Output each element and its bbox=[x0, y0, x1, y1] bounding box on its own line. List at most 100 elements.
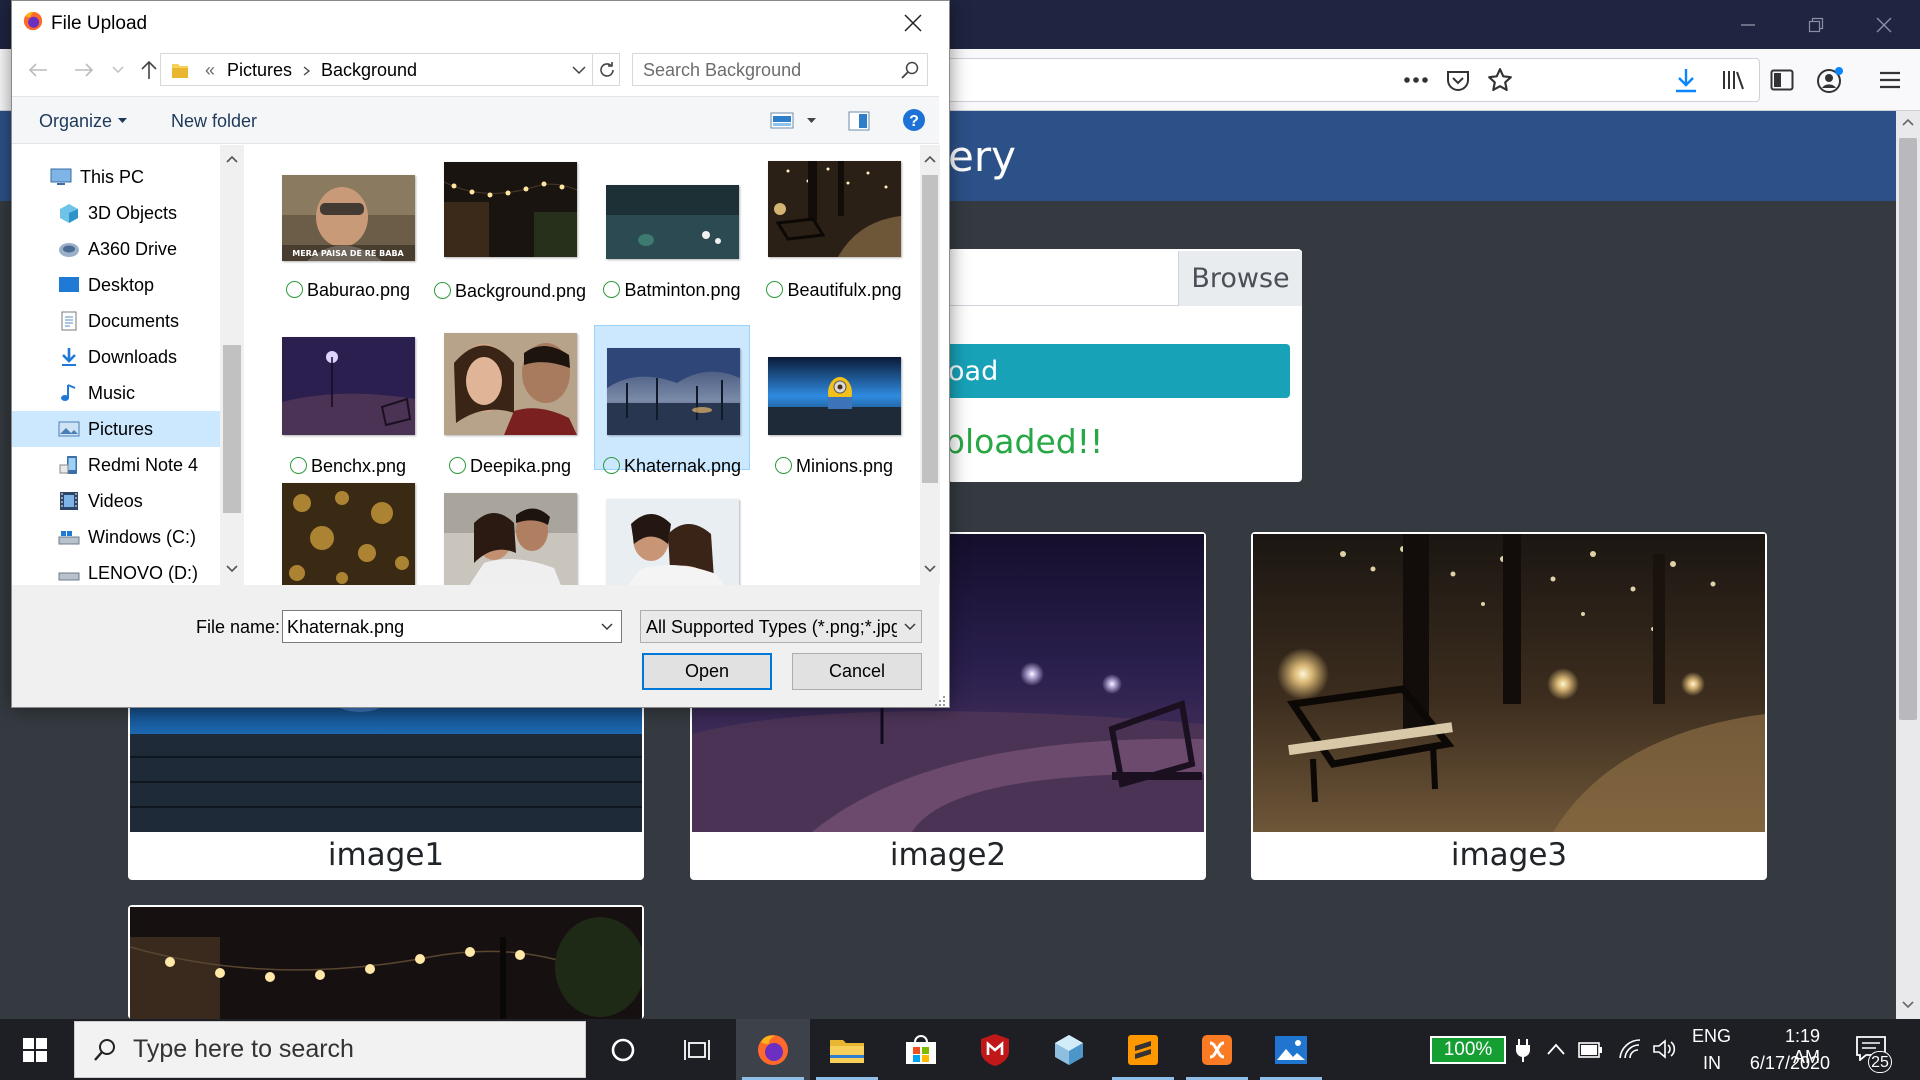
breadcrumb-item[interactable]: Pictures bbox=[227, 60, 292, 81]
breadcrumb-chevron-icon[interactable] bbox=[303, 66, 311, 76]
scroll-down-icon[interactable] bbox=[924, 565, 936, 573]
navigation-scrollbar[interactable] bbox=[220, 145, 244, 585]
taskbar-firefox[interactable] bbox=[736, 1019, 810, 1080]
refresh-button[interactable] bbox=[592, 53, 621, 86]
file-item[interactable]: Beautifulx.png bbox=[756, 155, 912, 315]
scroll-up-icon[interactable] bbox=[1902, 118, 1914, 126]
close-window-button[interactable] bbox=[1856, 0, 1912, 49]
forward-arrow-icon[interactable] bbox=[74, 62, 94, 78]
file-name-text: Deepika.png bbox=[469, 456, 572, 476]
file-item[interactable] bbox=[432, 475, 588, 585]
taskbar-sublime-text[interactable] bbox=[1106, 1019, 1180, 1080]
downloads-button[interactable] bbox=[1668, 62, 1704, 98]
input-region[interactable]: IN bbox=[1703, 1053, 1721, 1074]
cancel-button[interactable]: Cancel bbox=[792, 653, 922, 690]
file-type-select[interactable]: All Supported Types (*.png;*.jpg bbox=[640, 610, 922, 643]
nav-item-desktop[interactable]: Desktop bbox=[12, 267, 220, 303]
url-bar[interactable] bbox=[940, 58, 1760, 102]
nav-item-3d-objects[interactable]: 3D Objects bbox=[12, 195, 220, 231]
navigation-scroll-thumb[interactable] bbox=[223, 345, 241, 513]
file-item[interactable] bbox=[594, 475, 750, 585]
show-hidden-icons-chevron-up-icon[interactable] bbox=[1546, 1042, 1566, 1056]
input-language[interactable]: ENG bbox=[1692, 1026, 1731, 1047]
organize-dropdown-icon[interactable] bbox=[118, 118, 127, 124]
taskbar-store[interactable] bbox=[884, 1019, 958, 1080]
nav-item-downloads[interactable]: Downloads bbox=[12, 339, 220, 375]
breadcrumb-item[interactable]: Background bbox=[321, 60, 417, 81]
bookmark-star-button[interactable] bbox=[1482, 62, 1518, 98]
file-item[interactable] bbox=[270, 475, 426, 585]
file-item-selected[interactable]: Khaternak.png bbox=[594, 325, 750, 476]
page-scroll-thumb[interactable] bbox=[1899, 138, 1917, 720]
browse-button[interactable]: Browse bbox=[1178, 251, 1302, 306]
file-item[interactable]: Benchx.png bbox=[270, 331, 426, 491]
minimize-button[interactable] bbox=[1720, 0, 1776, 49]
taskbar-photos[interactable] bbox=[1254, 1019, 1328, 1080]
pocket-button[interactable] bbox=[1440, 62, 1476, 98]
volume-icon[interactable] bbox=[1652, 1038, 1676, 1060]
recent-locations-chevron-icon[interactable] bbox=[112, 66, 124, 74]
file-type-dropdown-button[interactable] bbox=[897, 611, 921, 642]
nav-item-music[interactable]: Music bbox=[12, 375, 220, 411]
app-menu-button[interactable] bbox=[1872, 62, 1908, 98]
taskbar-app-cube[interactable] bbox=[1032, 1019, 1106, 1080]
new-folder-button[interactable]: New folder bbox=[171, 111, 257, 132]
dialog-close-button[interactable] bbox=[896, 8, 930, 38]
clock-date[interactable]: 6/17/2020 bbox=[1738, 1053, 1830, 1074]
search-folder-input[interactable]: Search Background bbox=[632, 53, 928, 86]
scroll-up-icon[interactable] bbox=[924, 155, 936, 163]
change-view-icon[interactable] bbox=[770, 112, 796, 130]
nav-item-pictures[interactable]: Pictures bbox=[12, 411, 220, 447]
file-item[interactable]: Deepika.png bbox=[432, 331, 588, 491]
cortana-button[interactable] bbox=[586, 1019, 660, 1080]
view-options-dropdown-icon[interactable] bbox=[807, 118, 816, 124]
taskbar-xampp[interactable] bbox=[1180, 1019, 1254, 1080]
sidebar-button[interactable] bbox=[1764, 62, 1800, 98]
nav-item-videos[interactable]: Videos bbox=[12, 483, 220, 519]
start-button[interactable] bbox=[0, 1019, 70, 1080]
up-arrow-icon[interactable] bbox=[140, 60, 158, 80]
nav-item-a360-drive[interactable]: A360 Drive bbox=[12, 231, 220, 267]
file-input[interactable] bbox=[948, 251, 1178, 306]
scroll-up-icon[interactable] bbox=[226, 155, 238, 163]
gallery-image[interactable] bbox=[1253, 534, 1765, 832]
library-button[interactable] bbox=[1716, 62, 1752, 98]
nav-item-windows-c[interactable]: Windows (C:) bbox=[12, 519, 220, 555]
resize-grip-icon[interactable] bbox=[934, 695, 946, 707]
file-item[interactable]: Minions.png bbox=[756, 331, 912, 491]
help-icon[interactable]: ? bbox=[902, 108, 926, 132]
page-actions-button[interactable] bbox=[1398, 62, 1434, 98]
restore-button[interactable] bbox=[1788, 0, 1844, 49]
power-plug-icon[interactable] bbox=[1514, 1038, 1532, 1062]
nav-item-redmi-note-4[interactable]: Redmi Note 4 bbox=[12, 447, 220, 483]
address-bar[interactable]: « Pictures Background bbox=[160, 53, 620, 86]
file-item[interactable]: MERA PAISA DE RE BABA Baburao.png bbox=[270, 155, 426, 315]
upload-button[interactable]: oad bbox=[940, 344, 1290, 398]
chevron-down-icon[interactable] bbox=[601, 623, 613, 631]
nav-item-documents[interactable]: Documents bbox=[12, 303, 220, 339]
taskbar-search-box[interactable]: Type here to search bbox=[74, 1021, 586, 1078]
file-item[interactable]: Background.png bbox=[432, 155, 588, 315]
battery-indicator[interactable]: 100% bbox=[1430, 1036, 1506, 1064]
wifi-icon[interactable] bbox=[1618, 1038, 1644, 1060]
scroll-down-icon[interactable] bbox=[1902, 1001, 1914, 1009]
file-item[interactable]: Batminton.png bbox=[594, 155, 750, 315]
taskbar-mcafee[interactable] bbox=[958, 1019, 1032, 1080]
back-arrow-icon[interactable] bbox=[28, 62, 48, 78]
breadcrumb-overflow-icon[interactable]: « bbox=[205, 60, 215, 81]
task-view-button[interactable] bbox=[660, 1019, 734, 1080]
file-name-input[interactable]: Khaternak.png bbox=[282, 610, 622, 643]
file-list-scroll-thumb[interactable] bbox=[922, 175, 938, 483]
battery-icon[interactable] bbox=[1578, 1040, 1604, 1060]
preview-pane-icon[interactable] bbox=[848, 111, 870, 131]
open-button[interactable]: Open bbox=[642, 653, 772, 690]
action-center-button[interactable]: 25 bbox=[1854, 1033, 1894, 1073]
nav-item-this-pc[interactable]: This PC bbox=[12, 159, 220, 195]
gallery-image[interactable] bbox=[130, 907, 642, 1019]
organize-button[interactable]: Organize bbox=[39, 111, 112, 132]
address-history-dropdown[interactable] bbox=[566, 53, 592, 86]
scroll-down-icon[interactable] bbox=[226, 565, 238, 573]
taskbar-file-explorer[interactable] bbox=[810, 1019, 884, 1080]
file-list-scrollbar[interactable] bbox=[920, 145, 940, 585]
account-button[interactable] bbox=[1812, 62, 1848, 98]
